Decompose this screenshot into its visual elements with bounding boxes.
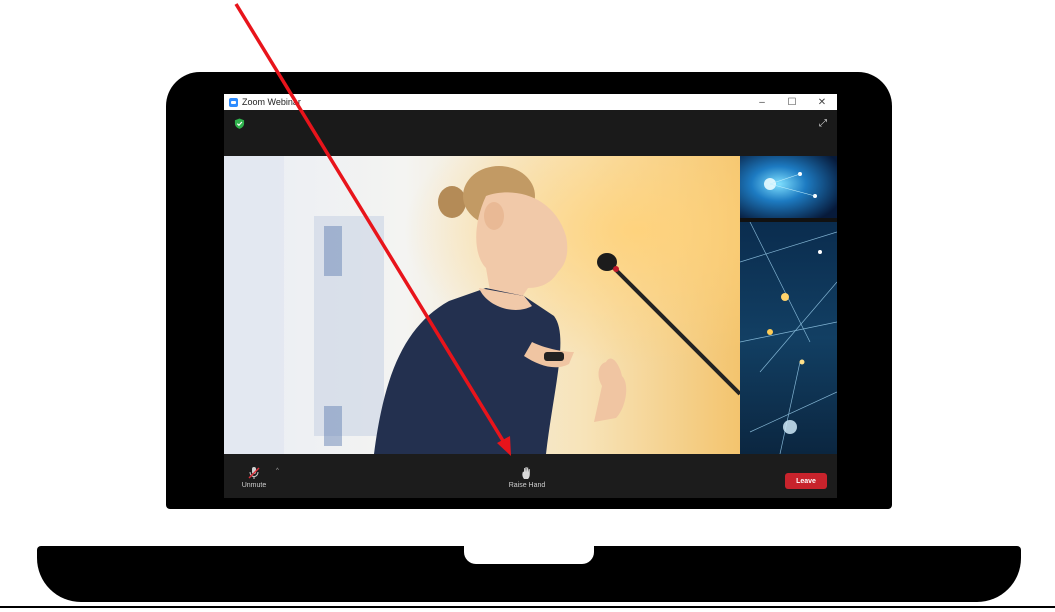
window-controls: – ☐ ✕ <box>747 94 837 110</box>
unmute-button[interactable]: Unmute <box>234 466 274 489</box>
muted-microphone-icon <box>248 467 260 479</box>
network-image-2 <box>740 222 837 454</box>
zoom-app-icon <box>229 97 238 107</box>
leave-button[interactable]: Leave <box>785 473 827 489</box>
meeting-toolbar: Unmute ^ Raise Hand Leave <box>224 454 837 498</box>
minimize-button[interactable]: – <box>747 94 777 110</box>
zoom-window: Zoom Webinar – ☐ ✕ ⤢ Unmute ^ Raise Hand… <box>224 94 837 498</box>
title-bar: Zoom Webinar – ☐ ✕ <box>224 94 837 110</box>
speaker-image <box>224 156 740 454</box>
participant-thumbnails <box>740 156 837 454</box>
meeting-top-bar: ⤢ <box>224 110 837 156</box>
unmute-label: Unmute <box>241 482 267 489</box>
close-button[interactable]: ✕ <box>807 94 837 110</box>
participant-video-1[interactable] <box>740 156 837 218</box>
hand-icon <box>522 467 530 479</box>
maximize-button[interactable]: ☐ <box>777 94 807 110</box>
raise-hand-button[interactable]: Raise Hand <box>500 466 554 489</box>
speaker-video <box>224 156 740 454</box>
network-image-1 <box>740 156 837 218</box>
raise-hand-label: Raise Hand <box>508 482 546 489</box>
window-title: Zoom Webinar <box>242 97 301 107</box>
participant-video-2[interactable] <box>740 222 837 454</box>
floor-line <box>0 606 1055 608</box>
expand-icon[interactable]: ⤢ <box>819 118 827 129</box>
audio-options-caret[interactable]: ^ <box>276 468 279 474</box>
shield-check-icon[interactable] <box>234 118 245 129</box>
laptop-notch <box>464 546 594 564</box>
